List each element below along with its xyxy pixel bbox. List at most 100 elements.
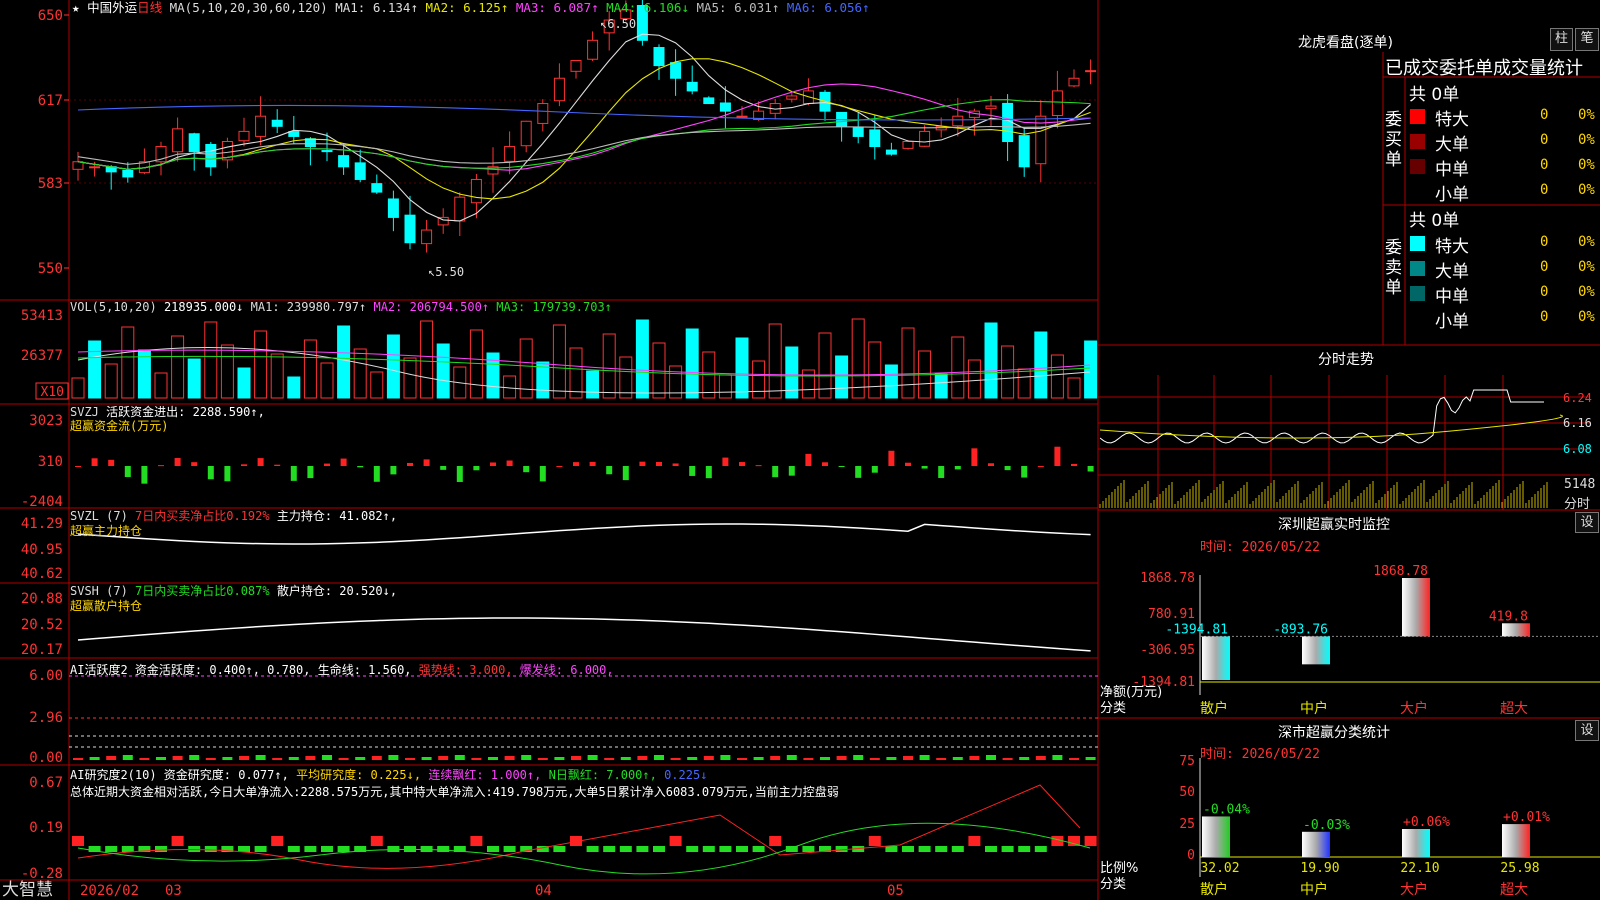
tick-mode-button[interactable]: 笔 <box>1575 28 1599 51</box>
svzj-bar-55 <box>971 448 978 466</box>
ai2-bar-45 <box>803 758 814 760</box>
classify-value-1: 32.02 <box>1200 861 1239 876</box>
ai2-bar-18 <box>355 757 366 760</box>
ai2-bar-17 <box>338 758 349 760</box>
ai2-bar-28 <box>521 755 532 760</box>
ai-res-bar-3 <box>105 846 118 852</box>
favorite-star-icon[interactable]: ★ <box>72 0 80 15</box>
vol-bar-51 <box>901 327 915 399</box>
vol-bar-13 <box>270 353 284 399</box>
ai2-burst: 爆发线: 6.000, <box>519 663 614 677</box>
vol-bar-6 <box>154 372 168 399</box>
sell-name-1: 特大 <box>1435 237 1469 257</box>
classify-settings-button[interactable]: 设 <box>1575 720 1599 741</box>
candle-body-25 <box>470 178 482 204</box>
date-label-may: 05 <box>887 883 904 899</box>
classify-axis-3: 25 <box>1179 817 1195 832</box>
svzj-axis-2: 310 <box>38 454 63 470</box>
classify-change-2: -0.03% <box>1303 818 1350 833</box>
vol-bar-45 <box>801 369 815 399</box>
ai-res-bar-41 <box>736 846 748 852</box>
ai2-bar-2 <box>89 757 100 760</box>
candle-11 <box>238 117 250 147</box>
main-chart-canvas[interactable]: 650 617 583 550 53413 26377 X10 3023 310 -2404 41.… <box>0 0 1600 900</box>
ai-res-bar-15 <box>304 846 317 852</box>
fenshi-price-line <box>1099 389 1544 444</box>
svzj-bar-51 <box>905 462 911 466</box>
ma-value-5: MA5: 6.031↑ <box>688 0 780 15</box>
svzj-bar-61 <box>1071 463 1077 466</box>
ai2-bar-23 <box>438 756 449 760</box>
candle-48 <box>852 112 864 144</box>
vol-bar-61 <box>1067 377 1081 399</box>
buy-name-1: 特大 <box>1435 110 1469 130</box>
ai-res-bar-43 <box>769 836 782 846</box>
candle-body-58 <box>1018 135 1030 168</box>
svzj-bar-3 <box>108 459 115 466</box>
vol-bar-17 <box>337 325 351 399</box>
vol-bar-32 <box>586 370 600 399</box>
svzj-axis-1: 3023 <box>29 413 63 429</box>
ai2-bar-49 <box>869 758 880 760</box>
fenshi-avg-line <box>1099 414 1563 439</box>
sell-count-3: 0 <box>1540 284 1549 300</box>
vol-bar-4 <box>121 326 135 399</box>
price-low-mark: ↖5.50 <box>428 265 464 279</box>
fenshi-axis-top: 6.24 <box>1563 391 1592 405</box>
svzj-bar-11 <box>241 464 247 466</box>
candle-body-48 <box>852 126 864 137</box>
monitor-axis-1: 1868.78 <box>1140 571 1195 586</box>
ai-res-bar-56 <box>985 846 997 852</box>
svzj-bar-42 <box>755 465 762 467</box>
svzl-axis-3: 40.62 <box>21 566 63 582</box>
ai2-bar-61 <box>1069 758 1079 760</box>
ai2-bar-16 <box>322 755 332 760</box>
candle-body-7 <box>172 128 184 153</box>
vol-bar-2 <box>88 340 102 399</box>
vol-axis-label-2: 26377 <box>21 348 63 364</box>
candle-body-28 <box>520 120 532 147</box>
monitor-bar-label-1: -1394.81 <box>1165 622 1228 637</box>
period-label[interactable]: 日线 <box>137 0 162 15</box>
svsh-line <box>77 617 1091 652</box>
price-axis-label-2: 617 <box>38 93 63 109</box>
fenshi-title: 分时走势 <box>1318 352 1374 368</box>
ai2-bar-39 <box>703 756 714 760</box>
ai2-bar-53 <box>936 758 947 760</box>
ai-research-last: 0.225↓ <box>664 768 708 782</box>
ai-research-avg: 平均研究度: 0.225↓, <box>296 768 422 782</box>
sell-count-2: 0 <box>1540 259 1549 275</box>
ai-res-bar-36 <box>653 846 665 852</box>
price-axis-label-3: 583 <box>38 176 63 192</box>
svzj-bar-50 <box>888 450 895 466</box>
ai-res-bar-49 <box>868 836 881 846</box>
ai2-bar-43 <box>770 756 781 760</box>
buy-count-2: 0 <box>1540 132 1549 148</box>
svsh-ratio: 7日内买卖净占比0.087% <box>135 584 270 598</box>
ai2-bar-32 <box>587 755 598 760</box>
classify-cat-2: 中户 <box>1300 881 1328 898</box>
ai2-label: AI活跃度2 资金活跃度: 0.400↑, 0.780, 生命线: 1.560, <box>70 663 412 677</box>
stock-name[interactable]: 中国外运 <box>87 0 137 15</box>
svzl-ratio: 7日内买卖净占比0.192% <box>135 509 270 523</box>
svzl-sub: 超赢主力持仓 <box>70 524 143 538</box>
ma-label: MA(5,10,20,30,60,120) <box>169 0 328 15</box>
vol-bar-43 <box>768 323 782 399</box>
svzj-bar-30 <box>556 465 563 467</box>
bar-mode-button[interactable]: 柱 <box>1550 28 1573 51</box>
ai2-strong: 强势线: 3.000, <box>418 663 513 677</box>
vol-bar-31 <box>569 347 583 399</box>
svzj-bar-10 <box>224 466 231 482</box>
candle-body-8 <box>188 133 200 153</box>
monitor-settings-button[interactable]: 设 <box>1575 512 1599 533</box>
vol-bar-30 <box>552 324 566 399</box>
sell-pct-2: 0% <box>1578 259 1595 275</box>
ai-res-bar-19 <box>370 836 383 846</box>
candle-body-60 <box>1051 90 1063 117</box>
svzl-header: SVZL (7) 7日内买卖净占比0.192% 主力持仓: 41.082↑, 超… <box>70 509 397 539</box>
svzj-bar-62 <box>1087 466 1094 472</box>
ai2-bar-59 <box>1035 756 1046 760</box>
svzj-bar-47 <box>838 466 845 467</box>
candle-body-29 <box>537 103 549 124</box>
ai-res-bar-42 <box>752 846 765 852</box>
